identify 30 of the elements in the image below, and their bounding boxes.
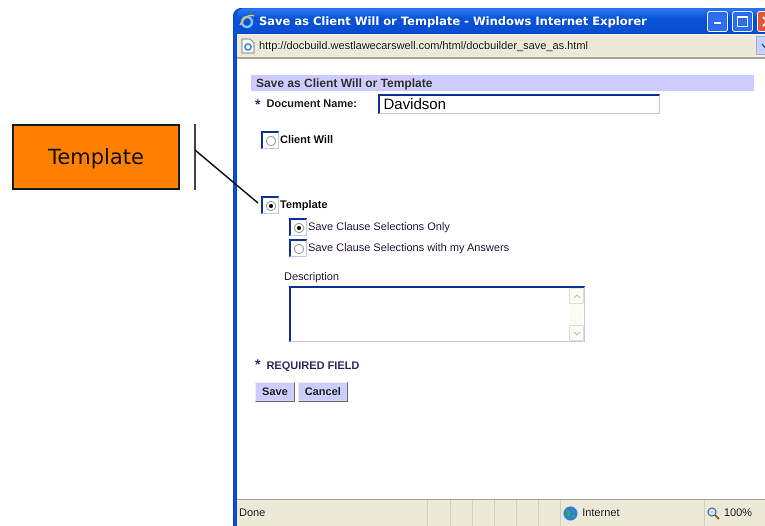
address-url: http://docbuild.westlawecarswell.com/html/docbuilder_save_as.html: [259, 40, 589, 52]
radio-label: Template: [280, 199, 328, 211]
callout-label: Template: [12, 124, 180, 190]
zoom-icon[interactable]: [706, 506, 720, 520]
required-note: REQUIRED FIELD: [266, 360, 360, 372]
radio-button[interactable]: [266, 136, 276, 146]
field-label: Description: [284, 271, 340, 283]
radio-label: Client Will: [280, 134, 334, 146]
radio-button[interactable]: [266, 200, 276, 210]
minimize-button[interactable]: [707, 10, 728, 32]
section-heading: Save as Client Will or Template: [251, 75, 754, 91]
field-label: Document Name:: [266, 98, 358, 110]
radio-label: Save Clause Selections Only: [308, 221, 450, 233]
form-button[interactable]: Cancel: [298, 382, 348, 402]
zoom-level[interactable]: 100%: [724, 507, 752, 519]
zone-text: Internet: [582, 507, 620, 519]
maximize-button[interactable]: [732, 10, 753, 32]
form-button[interactable]: Save: [255, 382, 295, 402]
browser-logo-icon: [239, 13, 255, 29]
radio-button[interactable]: [294, 222, 304, 232]
required-mark: *: [255, 96, 260, 112]
radio-button[interactable]: [294, 244, 304, 254]
required-mark: *: [255, 356, 260, 372]
status-text: Done: [239, 507, 266, 519]
page-icon: [241, 38, 255, 54]
maximize-icon: [737, 16, 748, 26]
document-name-field[interactable]: Davidson: [378, 94, 660, 114]
window-title: Save as Client Will or Template - Windows Internet Explorer: [259, 14, 648, 28]
globe-icon: [563, 506, 578, 520]
radio-label: Save Clause Selections with my Answers: [308, 242, 510, 254]
